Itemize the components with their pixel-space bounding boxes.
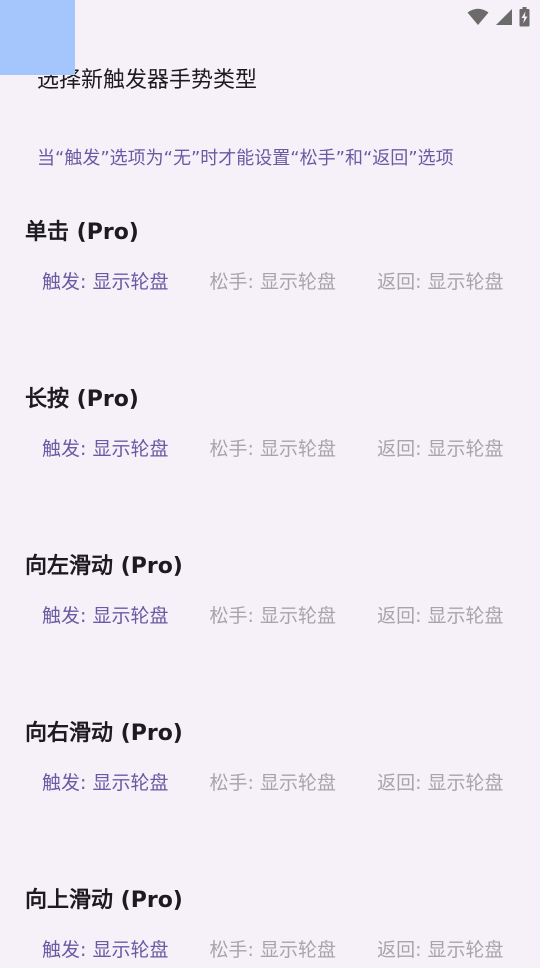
- release-option-button[interactable]: 松手: 显示轮盘: [193, 765, 353, 801]
- gesture-options: 触发: 显示轮盘 松手: 显示轮盘 返回: 显示轮盘: [25, 932, 516, 968]
- gesture-options: 触发: 显示轮盘 松手: 显示轮盘 返回: 显示轮盘: [25, 431, 516, 467]
- trigger-option-button[interactable]: 触发: 显示轮盘: [25, 932, 185, 968]
- gesture-section-swipe-up: 向上滑动 (Pro) 触发: 显示轮盘 松手: 显示轮盘 返回: 显示轮盘: [0, 882, 540, 961]
- section-title: 向右滑动 (Pro): [25, 721, 183, 746]
- back-option-button[interactable]: 返回: 显示轮盘: [360, 598, 516, 634]
- trigger-option-button[interactable]: 触发: 显示轮盘: [25, 431, 185, 467]
- gesture-options: 触发: 显示轮盘 松手: 显示轮盘 返回: 显示轮盘: [25, 264, 516, 300]
- signal-icon: [495, 8, 513, 30]
- gesture-options: 触发: 显示轮盘 松手: 显示轮盘 返回: 显示轮盘: [25, 598, 516, 634]
- gesture-section-tap: 单击 (Pro) 触发: 显示轮盘 松手: 显示轮盘 返回: 显示轮盘: [0, 214, 540, 381]
- section-title: 向上滑动 (Pro): [25, 888, 183, 913]
- status-bar: [0, 0, 540, 34]
- release-option-button[interactable]: 松手: 显示轮盘: [193, 598, 353, 634]
- back-option-button[interactable]: 返回: 显示轮盘: [360, 932, 516, 968]
- release-option-button[interactable]: 松手: 显示轮盘: [193, 431, 353, 467]
- release-option-button[interactable]: 松手: 显示轮盘: [193, 932, 353, 968]
- gesture-section-swipe-right: 向右滑动 (Pro) 触发: 显示轮盘 松手: 显示轮盘 返回: 显示轮盘: [0, 715, 540, 882]
- gesture-options: 触发: 显示轮盘 松手: 显示轮盘 返回: 显示轮盘: [25, 765, 516, 801]
- gesture-section-long-press: 长按 (Pro) 触发: 显示轮盘 松手: 显示轮盘 返回: 显示轮盘: [0, 381, 540, 548]
- status-icons: [467, 7, 530, 31]
- back-option-button[interactable]: 返回: 显示轮盘: [360, 431, 516, 467]
- trigger-option-button[interactable]: 触发: 显示轮盘: [25, 598, 185, 634]
- section-title: 单击 (Pro): [25, 220, 139, 245]
- gesture-section-swipe-left: 向左滑动 (Pro) 触发: 显示轮盘 松手: 显示轮盘 返回: 显示轮盘: [0, 548, 540, 715]
- section-title: 向左滑动 (Pro): [25, 554, 183, 579]
- trigger-option-button[interactable]: 触发: 显示轮盘: [25, 264, 185, 300]
- corner-overlay: [0, 0, 75, 75]
- wifi-icon: [467, 8, 489, 30]
- trigger-option-button[interactable]: 触发: 显示轮盘: [25, 765, 185, 801]
- battery-charging-icon: [519, 7, 530, 31]
- back-option-button[interactable]: 返回: 显示轮盘: [360, 264, 516, 300]
- release-option-button[interactable]: 松手: 显示轮盘: [193, 264, 353, 300]
- back-option-button[interactable]: 返回: 显示轮盘: [360, 765, 516, 801]
- hint-text: 当“触发”选项为“无”时才能设置“松手”和“返回”选项: [37, 148, 454, 169]
- section-title: 长按 (Pro): [25, 387, 139, 412]
